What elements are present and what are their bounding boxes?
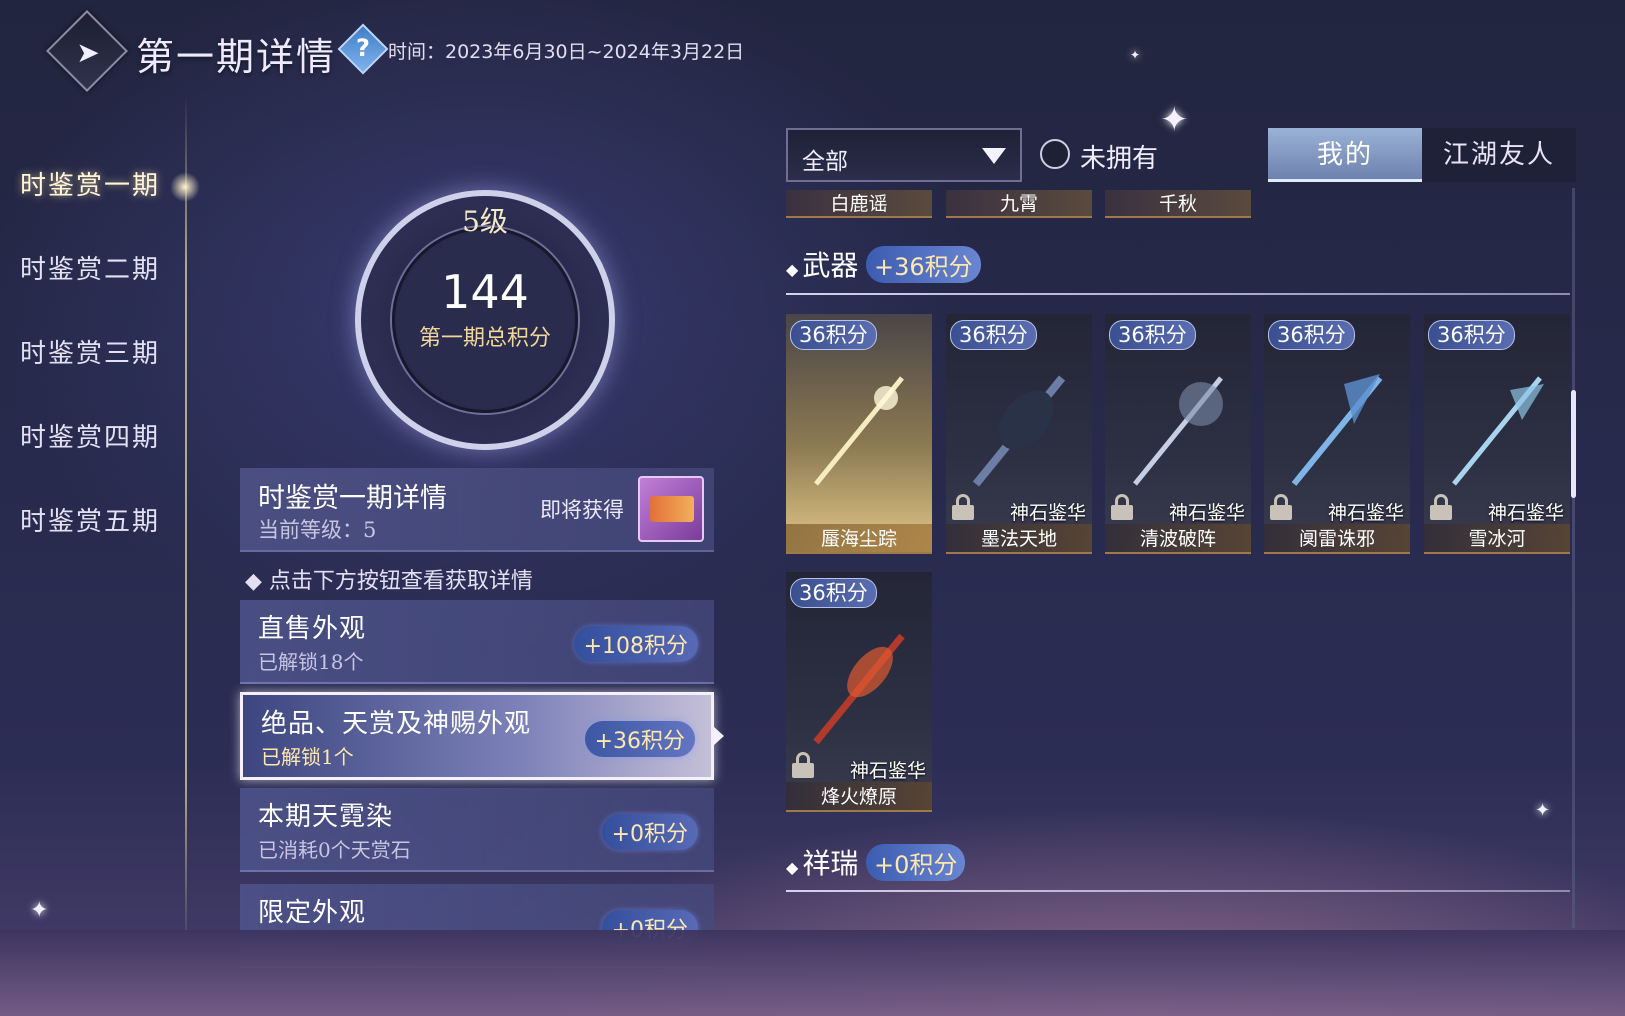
bottom-overlay — [0, 930, 1625, 1016]
coming-reward-label: 即将获得 — [540, 498, 624, 522]
item-tag: 神石鉴华 — [1327, 502, 1404, 524]
auspicious-section-title: ◆ 祥瑞 — [786, 847, 859, 880]
category-title: 直售外观 — [258, 614, 367, 644]
item-points: 36积分 — [790, 578, 877, 608]
hint-label: 点击下方按钮查看获取详情 — [268, 569, 533, 594]
lock-icon — [792, 752, 814, 778]
sidebar-item-period-4[interactable]: 时鉴赏四期 — [20, 417, 160, 454]
category-sub: 已解锁18个 — [258, 650, 364, 674]
weapon-art-icon — [972, 375, 1066, 487]
unowned-label[interactable]: 未拥有 — [1080, 138, 1158, 175]
active-indicator-icon — [170, 172, 200, 202]
sidebar-item-period-2[interactable]: 时鉴赏二期 — [20, 249, 160, 286]
weapon-art-icon — [813, 633, 905, 745]
weapon-art-icon — [1133, 376, 1223, 486]
category-card-direct-sale[interactable]: 直售外观 已解锁18个 +108积分 — [240, 600, 714, 684]
category-title: 限定外观 — [258, 898, 367, 928]
item-name: 烽火燎原 — [786, 782, 932, 812]
period-detail-card[interactable]: 时鉴赏一期详情 当前等级：5 即将获得 — [240, 468, 714, 552]
reward-icon[interactable] — [638, 476, 704, 542]
lock-icon — [1430, 494, 1452, 520]
tab-friends[interactable]: 江湖友人 — [1422, 128, 1576, 182]
filter-dropdown[interactable]: 全部 — [786, 128, 1022, 182]
category-points: +36积分 — [584, 721, 695, 757]
item-points: 36积分 — [1109, 320, 1196, 350]
sparkle-icon: ✦ — [1130, 48, 1141, 62]
category-points: +108积分 — [573, 626, 698, 662]
total-score: 144 — [441, 265, 529, 319]
outfit-plate[interactable]: 九霄 — [946, 190, 1092, 218]
detail-title: 时鉴赏一期详情 — [258, 483, 447, 514]
category-card-dye[interactable]: 本期天霓染 已消耗0个天赏石 +0积分 — [240, 788, 714, 872]
weapon-art-icon — [1452, 376, 1544, 486]
weapon-item[interactable]: 36积分 神石鉴华 清波破阵 — [1105, 314, 1251, 554]
section-divider — [786, 890, 1570, 892]
sparkle-icon: ✦ — [1160, 100, 1189, 140]
scrollbar-thumb[interactable] — [1571, 390, 1576, 498]
unowned-radio[interactable] — [1040, 139, 1070, 169]
caret-down-icon — [982, 148, 1006, 164]
question-icon[interactable]: ? — [345, 29, 381, 65]
item-points: 36积分 — [1428, 320, 1515, 350]
sparkle-icon: ✦ — [30, 898, 49, 923]
selected-arrow-icon — [714, 727, 724, 745]
weapons-points: +36积分 — [866, 246, 981, 283]
item-name: 墨法天地 — [946, 524, 1092, 554]
item-name: 雪冰河 — [1424, 524, 1570, 554]
category-title: 本期天霓染 — [258, 802, 394, 832]
lock-icon — [1270, 494, 1292, 520]
weapon-item[interactable]: 36积分 神石鉴华 烽火燎原 — [786, 572, 932, 812]
category-points: +0积分 — [601, 814, 698, 850]
weapons-title: 武器 — [802, 249, 859, 282]
item-points: 36积分 — [790, 320, 877, 350]
filter-value: 全部 — [802, 149, 848, 175]
sidebar-divider — [185, 95, 187, 955]
item-name: 蜃海尘踪 — [786, 524, 932, 554]
section-divider — [786, 293, 1570, 295]
outfit-plate[interactable]: 千秋 — [1105, 190, 1251, 218]
level-label: 5级 — [462, 205, 508, 238]
tab-mine[interactable]: 我的 — [1268, 128, 1422, 182]
sparkle-icon: ✦ — [1535, 800, 1551, 821]
category-sub: 已消耗0个天赏石 — [258, 838, 411, 862]
item-name: 阒雷诛邪 — [1264, 524, 1410, 554]
hint-text: ◆ 点击下方按钮查看获取详情 — [245, 569, 533, 594]
auspicious-title: 祥瑞 — [802, 847, 859, 880]
total-score-label: 第一期总积分 — [418, 326, 551, 351]
sidebar-item-period-5[interactable]: 时鉴赏五期 — [20, 501, 160, 538]
category-title: 绝品、天赏及神赐外观 — [261, 709, 532, 739]
sidebar-item-period-1[interactable]: 时鉴赏一期 — [20, 165, 160, 202]
back-arrow-icon[interactable]: ➤ — [62, 26, 114, 78]
period-time: 时间：2023年6月30日~2024年3月22日 — [388, 41, 745, 63]
item-tag: 神石鉴华 — [1487, 502, 1564, 524]
item-name: 清波破阵 — [1105, 524, 1251, 554]
sidebar-item-period-3[interactable]: 时鉴赏三期 — [20, 333, 160, 370]
weapons-section-title: ◆ 武器 — [786, 249, 859, 282]
item-tag: 神石鉴华 — [1168, 502, 1245, 524]
item-points: 36积分 — [950, 320, 1037, 350]
category-sub: 已解锁1个 — [261, 745, 354, 769]
item-tag: 神石鉴华 — [849, 760, 926, 782]
current-level: 当前等级：5 — [258, 518, 377, 542]
lock-icon — [952, 494, 974, 520]
item-tag: 神石鉴华 — [1009, 502, 1086, 524]
scrollbar-track[interactable] — [1572, 188, 1575, 928]
weapon-art-icon — [814, 376, 904, 486]
weapon-art-icon — [1291, 374, 1383, 486]
outfit-plate[interactable]: 白鹿谣 — [786, 190, 932, 218]
weapon-item[interactable]: 36积分 神石鉴华 雪冰河 — [1424, 314, 1570, 554]
page-title: 第一期详情 — [136, 35, 337, 79]
category-card-premium[interactable]: 绝品、天赏及神赐外观 已解锁1个 +36积分 — [240, 692, 714, 780]
item-points: 36积分 — [1268, 320, 1355, 350]
lock-icon — [1111, 494, 1133, 520]
weapon-item[interactable]: 36积分 蜃海尘踪 — [786, 314, 932, 554]
weapon-item[interactable]: 36积分 神石鉴华 阒雷诛邪 — [1264, 314, 1410, 554]
weapon-item[interactable]: 36积分 神石鉴华 墨法天地 — [946, 314, 1092, 554]
auspicious-points: +0积分 — [866, 844, 966, 881]
